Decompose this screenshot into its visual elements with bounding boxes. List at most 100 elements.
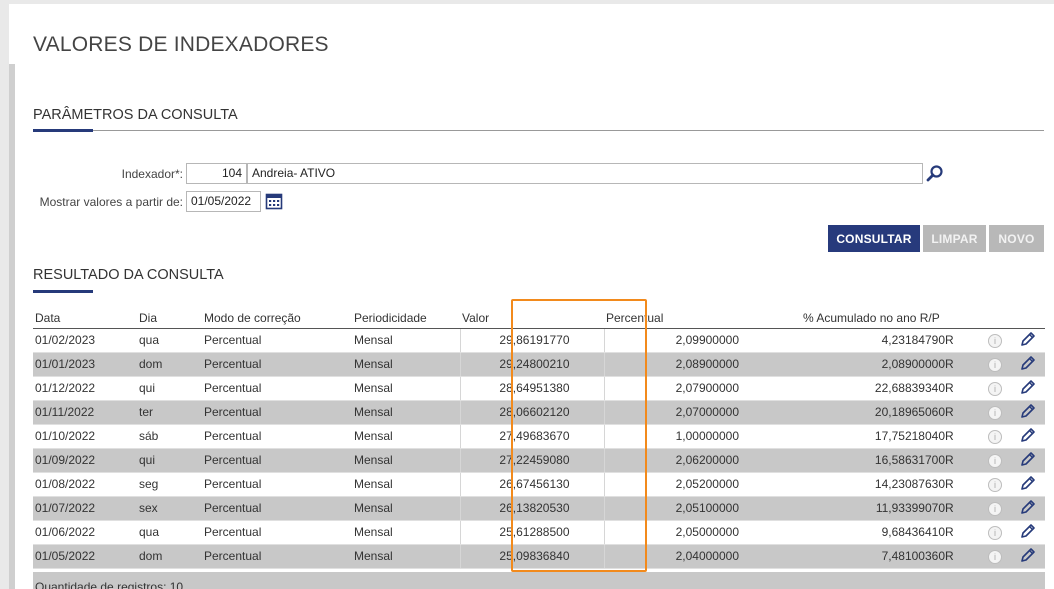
- table-row[interactable]: 01/10/2022 sáb Percentual Mensal 27,49683670…: [33, 424, 1046, 449]
- edit-pencil-icon[interactable]: [1020, 379, 1036, 395]
- cell-rp: R: [945, 448, 980, 473]
- cell-data: 01/11/2022: [33, 400, 137, 425]
- cell-dia: seg: [137, 472, 196, 497]
- col-header-acumulado[interactable]: % Acumulado no ano R/P: [767, 306, 980, 329]
- cell-modo: Percentual: [196, 496, 350, 521]
- edit-pencil-icon[interactable]: [1020, 403, 1036, 419]
- info-icon[interactable]: i: [988, 357, 1003, 372]
- edit-pencil-icon[interactable]: [1020, 475, 1036, 491]
- col-header-valor[interactable]: Valor: [460, 306, 604, 329]
- info-icon[interactable]: i: [988, 333, 1003, 348]
- params-section-title: PARÂMETROS DA CONSULTA: [33, 107, 238, 123]
- cell-modo: Percentual: [196, 544, 350, 569]
- cell-percentual: 1,00000000: [604, 424, 767, 449]
- info-icon[interactable]: i: [988, 501, 1003, 516]
- cell-acumulado: 14,23087630: [767, 472, 945, 497]
- cell-modo: Percentual: [196, 424, 350, 449]
- cell-data: 01/08/2022: [33, 472, 137, 497]
- cell-percentual: 2,07000000: [604, 400, 767, 425]
- cell-periodicidade: Mensal: [350, 424, 461, 449]
- cell-valor: 27,22459080: [460, 448, 605, 473]
- cell-data: 01/06/2022: [33, 520, 137, 545]
- edit-pencil-icon[interactable]: [1020, 499, 1036, 515]
- cell-periodicidade: Mensal: [350, 448, 461, 473]
- edit-pencil-icon[interactable]: [1020, 427, 1036, 443]
- left-scroll-strip: [9, 64, 15, 589]
- cell-edit: [1011, 376, 1046, 401]
- table-row[interactable]: 01/02/2023 qua Percentual Mensal 29,86191770…: [33, 328, 1046, 353]
- edit-pencil-icon[interactable]: [1020, 355, 1036, 371]
- cell-periodicidade: Mensal: [350, 472, 461, 497]
- info-icon[interactable]: i: [988, 549, 1003, 564]
- info-icon[interactable]: i: [988, 381, 1003, 396]
- cell-percentual: 2,05200000: [604, 472, 767, 497]
- col-header-dia[interactable]: Dia: [137, 306, 196, 329]
- consultar-button[interactable]: CONSULTAR: [828, 225, 920, 252]
- novo-button[interactable]: NOVO: [989, 225, 1044, 252]
- cell-rp: R: [945, 472, 980, 497]
- cell-dia: sex: [137, 496, 196, 521]
- table-row[interactable]: 01/05/2022 dom Percentual Mensal 25,09836840…: [33, 544, 1046, 569]
- date-input[interactable]: 01/05/2022: [186, 191, 261, 212]
- info-icon[interactable]: i: [988, 477, 1003, 492]
- col-header-data[interactable]: Data: [33, 306, 137, 329]
- cell-info: i: [979, 496, 1012, 521]
- record-count: Quantidade de registros: 10: [35, 580, 184, 589]
- page-title: VALORES DE INDEXADORES: [33, 33, 329, 56]
- col-header-percentual[interactable]: Percentual: [604, 306, 767, 329]
- cell-edit: [1011, 448, 1046, 473]
- edit-pencil-icon[interactable]: [1020, 451, 1036, 467]
- cell-valor: 27,49683670: [460, 424, 605, 449]
- cell-info: i: [979, 424, 1012, 449]
- edit-pencil-icon[interactable]: [1020, 331, 1036, 347]
- col-header-periodicidade[interactable]: Periodicidade: [350, 306, 460, 329]
- cell-valor: 26,67456130: [460, 472, 605, 497]
- info-icon[interactable]: i: [988, 525, 1003, 540]
- cell-data: 01/10/2022: [33, 424, 137, 449]
- indexador-name-input[interactable]: Andreia- ATIVO: [247, 163, 923, 184]
- cell-edit: [1011, 520, 1046, 545]
- cell-percentual: 2,06200000: [604, 448, 767, 473]
- table-row[interactable]: 01/11/2022 ter Percentual Mensal 28,06602120…: [33, 400, 1046, 425]
- cell-dia: dom: [137, 352, 196, 377]
- col-header-modo[interactable]: Modo de correção: [196, 306, 350, 329]
- table-row[interactable]: 01/08/2022 seg Percentual Mensal 26,67456130…: [33, 472, 1046, 497]
- info-icon[interactable]: i: [988, 429, 1003, 444]
- table-row[interactable]: 01/09/2022 qui Percentual Mensal 27,22459080…: [33, 448, 1046, 473]
- table-row[interactable]: 01/07/2022 sex Percentual Mensal 26,13820530…: [33, 496, 1046, 521]
- info-icon[interactable]: i: [988, 405, 1003, 420]
- cell-rp: R: [945, 544, 980, 569]
- cell-periodicidade: Mensal: [350, 352, 461, 377]
- cell-acumulado: 22,68839340: [767, 376, 945, 401]
- limpar-button[interactable]: LIMPAR: [923, 225, 986, 252]
- edit-pencil-icon[interactable]: [1020, 523, 1036, 539]
- info-icon[interactable]: i: [988, 453, 1003, 468]
- cell-periodicidade: Mensal: [350, 328, 461, 353]
- date-label: Mostrar valores a partir de:: [39, 195, 183, 209]
- table-row[interactable]: 01/06/2022 qua Percentual Mensal 25,61288500…: [33, 520, 1046, 545]
- cell-rp: R: [945, 400, 980, 425]
- cell-data: 01/02/2023: [33, 328, 137, 353]
- search-icon[interactable]: [924, 162, 946, 184]
- edit-pencil-icon[interactable]: [1020, 547, 1036, 563]
- cell-periodicidade: Mensal: [350, 376, 461, 401]
- table-row[interactable]: 01/12/2022 qui Percentual Mensal 28,64951380…: [33, 376, 1046, 401]
- cell-acumulado: 11,93399070: [767, 496, 945, 521]
- cell-rp: R: [945, 328, 980, 353]
- cell-info: i: [979, 472, 1012, 497]
- table-row[interactable]: 01/01/2023 dom Percentual Mensal 29,24800210…: [33, 352, 1046, 377]
- cell-valor: 29,24800210: [460, 352, 605, 377]
- cell-data: 01/01/2023: [33, 352, 137, 377]
- cell-dia: qui: [137, 376, 196, 401]
- cell-info: i: [979, 520, 1012, 545]
- cell-info: i: [979, 448, 1012, 473]
- cell-rp: R: [945, 424, 980, 449]
- calendar-icon[interactable]: [263, 190, 285, 212]
- cell-info: i: [979, 376, 1012, 401]
- table-footer: Quantidade de registros: 10: [33, 572, 1045, 589]
- cell-modo: Percentual: [196, 352, 350, 377]
- indexador-code-input[interactable]: 104: [186, 163, 247, 184]
- cell-acumulado: 17,75218040: [767, 424, 945, 449]
- params-accent: [33, 129, 93, 132]
- cell-edit: [1011, 400, 1046, 425]
